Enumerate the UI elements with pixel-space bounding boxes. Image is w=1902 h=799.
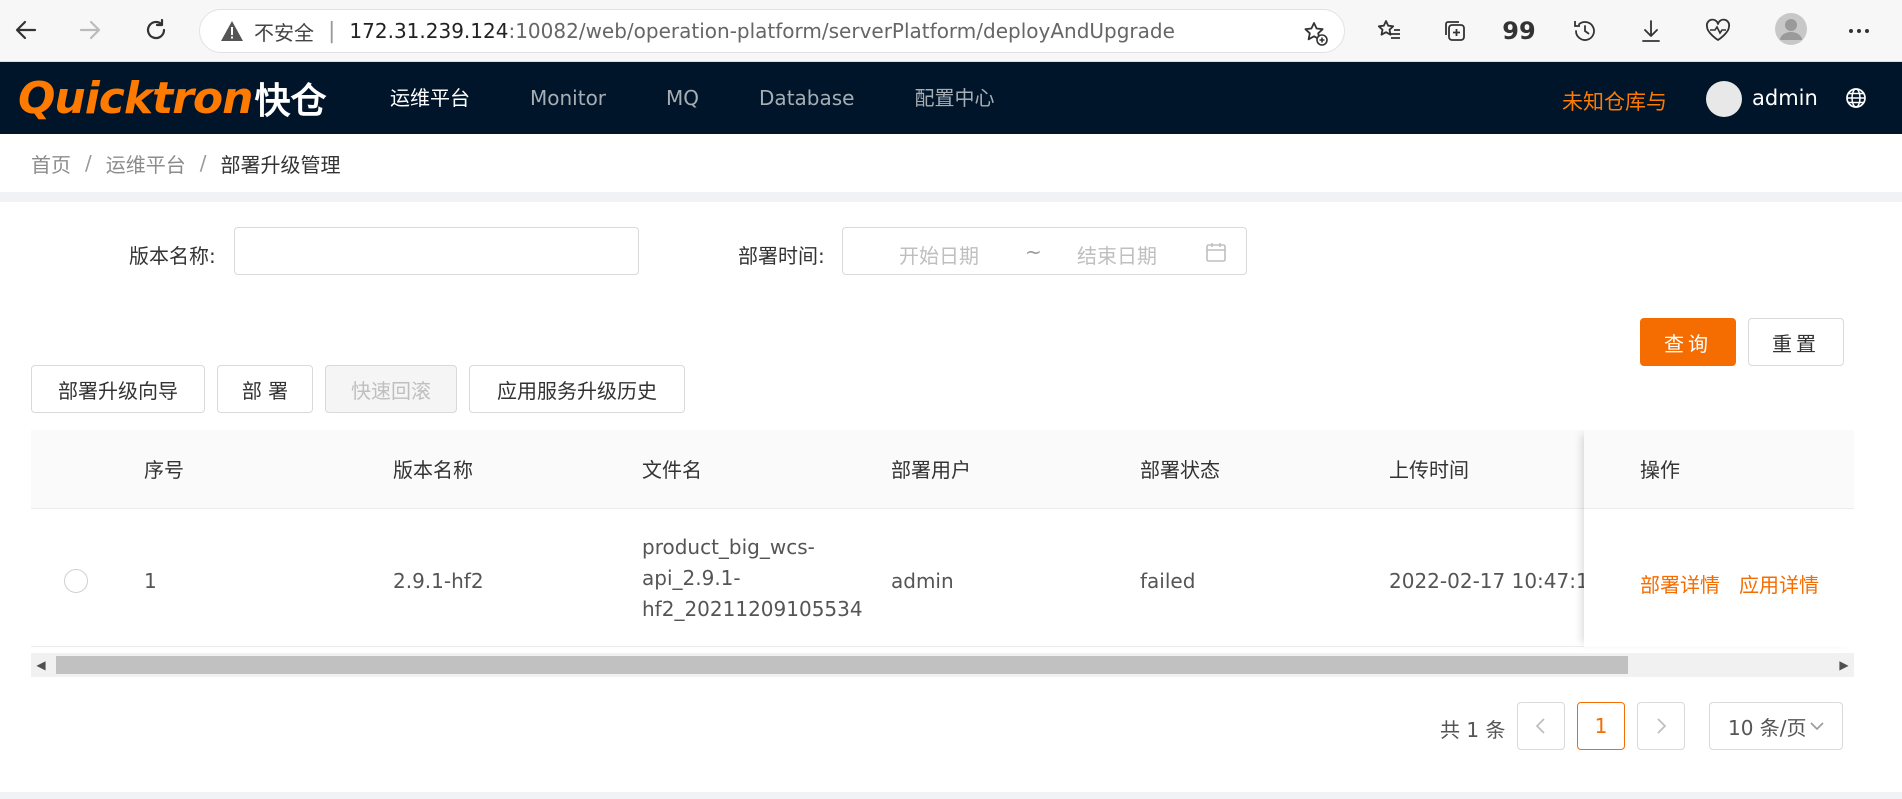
scroll-left-icon[interactable]: ◀: [31, 653, 51, 677]
address-bar[interactable]: 不安全 | 172.31.239.124:10082/web/operation…: [199, 9, 1345, 53]
query-button[interactable]: 查询: [1640, 318, 1736, 366]
chevron-down-icon: [1809, 722, 1824, 731]
favorites-icon[interactable]: [1372, 14, 1406, 48]
pagination-total: 共 1 条: [1440, 718, 1506, 742]
page-size-select[interactable]: 10 条/页: [1709, 702, 1843, 750]
column-header-filename: 文件名: [642, 458, 702, 482]
logo-text: Quicktron: [18, 72, 253, 124]
version-name-label: 版本名称:: [129, 244, 216, 268]
table-header: 序号 版本名称 文件名 部署用户 部署状态 上传时间: [31, 430, 1854, 509]
app-header: Quicktron 快仓 运维平台 Monitor MQ Database 配置…: [0, 62, 1902, 134]
menu-item-ops-platform[interactable]: 运维平台: [360, 62, 500, 134]
collections-icon[interactable]: [1438, 14, 1472, 48]
quote-icon[interactable]: 99: [1502, 14, 1536, 48]
url-host: 172.31.239.124: [349, 19, 509, 43]
breadcrumb-separator: /: [85, 151, 92, 175]
cell-upload-time: 2022-02-17 10:47:16: [1389, 569, 1602, 593]
page-button-1[interactable]: 1: [1577, 702, 1625, 750]
actions-column: 操作 部署详情 应用详情: [1584, 430, 1854, 647]
column-header-index: 序号: [144, 458, 184, 482]
deploy-button[interactable]: 部 署: [217, 365, 313, 413]
menu-item-mq[interactable]: MQ: [636, 62, 729, 134]
top-menu: 运维平台 Monitor MQ Database 配置中心: [360, 62, 1024, 134]
cell-version: 2.9.1-hf2: [393, 569, 484, 593]
warning-icon: [220, 20, 244, 42]
cell-index: 1: [144, 569, 157, 593]
column-header-status: 部署状态: [1140, 458, 1220, 482]
breadcrumb-ops-platform[interactable]: 运维平台: [106, 149, 186, 178]
more-icon[interactable]: [1842, 14, 1876, 48]
add-favorite-icon[interactable]: [1302, 20, 1328, 51]
avatar[interactable]: [1706, 81, 1742, 117]
back-icon[interactable]: [8, 12, 44, 48]
column-header-user: 部署用户: [891, 458, 971, 482]
page-size-value: 10 条/页: [1728, 715, 1807, 740]
range-separator: ~: [1025, 240, 1042, 264]
calendar-icon: [1205, 241, 1227, 268]
prev-page-button[interactable]: [1517, 702, 1565, 750]
profile-icon[interactable]: [1774, 12, 1808, 46]
cell-filename-line: hf2_20211209105534: [642, 597, 863, 621]
version-name-input[interactable]: [234, 227, 639, 275]
start-date-placeholder[interactable]: 开始日期: [899, 240, 979, 269]
deploy-wizard-button[interactable]: 部署升级向导: [31, 365, 205, 413]
end-date-placeholder[interactable]: 结束日期: [1077, 240, 1157, 269]
breadcrumb-separator: /: [199, 151, 207, 175]
username[interactable]: admin: [1752, 86, 1818, 110]
forward-icon[interactable]: [72, 12, 108, 48]
scrollbar-thumb[interactable]: [56, 656, 1628, 674]
reset-button[interactable]: 重置: [1748, 318, 1844, 366]
actions-column-header: 操作: [1584, 430, 1854, 509]
breadcrumb-home[interactable]: 首页: [31, 149, 71, 178]
quick-rollback-button: 快速回滚: [325, 365, 457, 413]
history-icon[interactable]: [1568, 14, 1602, 48]
column-header-version: 版本名称: [393, 458, 473, 482]
app-detail-link[interactable]: 应用详情: [1739, 569, 1819, 598]
column-header-upload-time: 上传时间: [1389, 458, 1469, 482]
horizontal-scrollbar[interactable]: ◀ ▶: [31, 653, 1854, 677]
url-path: :10082/web/operation-platform/serverPlat…: [508, 19, 1175, 43]
address-separator: |: [328, 18, 336, 44]
menu-item-config-center[interactable]: 配置中心: [884, 62, 1024, 134]
row-select-radio[interactable]: [64, 569, 88, 593]
deploy-table: 序号 版本名称 文件名 部署用户 部署状态 上传时间 1 2.9.1-hf2 p…: [31, 430, 1854, 652]
breadcrumb-current: 部署升级管理: [220, 152, 341, 177]
cell-filename-line: api_2.9.1-: [642, 566, 741, 590]
download-icon[interactable]: [1634, 14, 1668, 48]
menu-item-monitor[interactable]: Monitor: [500, 62, 636, 134]
upgrade-history-button[interactable]: 应用服务升级历史: [469, 365, 685, 413]
logo[interactable]: Quicktron 快仓: [18, 73, 326, 124]
cell-filename-line: product_big_wcs-: [642, 535, 815, 559]
cell-user: admin: [891, 569, 954, 593]
warehouse-selector[interactable]: 未知仓库与: [1562, 86, 1667, 116]
health-icon[interactable]: [1701, 14, 1735, 48]
scroll-right-icon[interactable]: ▶: [1834, 653, 1854, 677]
logo-cn: 快仓: [254, 81, 327, 122]
language-globe-icon[interactable]: [1844, 86, 1868, 114]
table-row: 1 2.9.1-hf2 product_big_wcs- api_2.9.1- …: [31, 509, 1854, 647]
deploy-time-range-picker[interactable]: 开始日期 ~ 结束日期: [842, 227, 1247, 275]
browser-toolbar: 不安全 | 172.31.239.124:10082/web/operation…: [0, 0, 1902, 62]
reload-icon[interactable]: [138, 12, 174, 48]
next-page-button[interactable]: [1637, 702, 1685, 750]
cell-status: failed: [1140, 569, 1196, 593]
breadcrumb: 首页 / 运维平台 / 部署升级管理: [0, 134, 1902, 192]
column-header-actions: 操作: [1640, 458, 1680, 482]
chevron-left-icon: [1535, 718, 1545, 734]
insecure-label: 不安全: [254, 20, 314, 45]
chevron-right-icon: [1657, 718, 1667, 734]
deploy-detail-link[interactable]: 部署详情: [1640, 569, 1720, 598]
deploy-time-label: 部署时间:: [738, 244, 825, 268]
menu-item-database[interactable]: Database: [729, 62, 884, 134]
cell-filename: product_big_wcs- api_2.9.1- hf2_20211209…: [642, 532, 863, 625]
